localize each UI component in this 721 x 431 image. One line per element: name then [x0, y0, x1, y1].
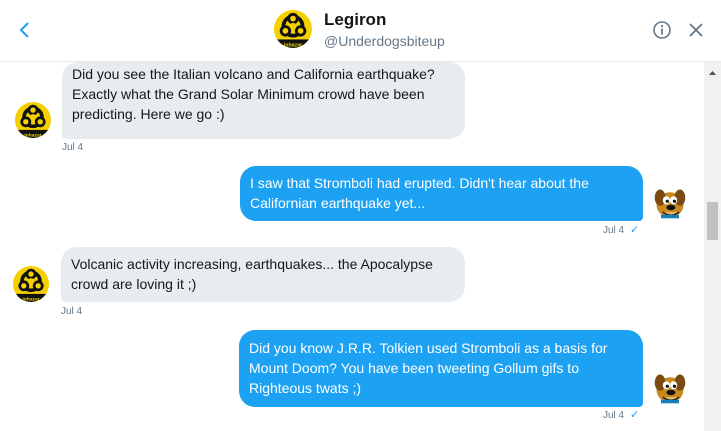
- biohazard-icon: iohazar: [274, 10, 312, 48]
- close-button[interactable]: [686, 20, 708, 42]
- message-text: predicting. Here we go :): [72, 106, 225, 122]
- chevron-left-icon: [19, 22, 29, 38]
- info-button[interactable]: [652, 20, 674, 42]
- message-text: Did you know J.R.R. Tolkien used Strombo…: [249, 340, 608, 356]
- conversation-header: iohazar Legiron @Underdogsbiteup: [0, 0, 721, 62]
- svg-text:iohazar: iohazar: [24, 133, 41, 138]
- info-icon: [653, 21, 671, 39]
- message-text: Volcanic activity increasing, earthquake…: [71, 256, 433, 272]
- svg-text:iohazar: iohazar: [22, 297, 39, 302]
- message-text: I saw that Stromboli had erupted. Didn't…: [250, 175, 589, 191]
- back-button[interactable]: [12, 16, 38, 44]
- message-bubble[interactable]: Did you see the Italian volcano and Cali…: [62, 62, 465, 139]
- biohazard-icon: iohazar: [15, 102, 51, 138]
- contact-handle: @Underdogsbiteup: [324, 33, 445, 49]
- message-timestamp: Jul 4: [603, 225, 625, 236]
- scrollbar[interactable]: [704, 62, 721, 431]
- biohazard-icon: iohazar: [13, 266, 49, 302]
- message-text: Exactly what the Grand Solar Minimum cro…: [72, 86, 425, 102]
- svg-text:iohazar: iohazar: [284, 43, 302, 48]
- own-avatar[interactable]: [652, 370, 688, 406]
- own-avatar[interactable]: [652, 185, 688, 221]
- scroll-up-arrow-icon[interactable]: [704, 66, 721, 80]
- message-bubble[interactable]: Did you know J.R.R. Tolkien used Strombo…: [239, 330, 643, 407]
- read-check-icon: ✓: [630, 409, 640, 421]
- message-text: crowd are loving it ;): [71, 276, 197, 292]
- message-text: Did you see the Italian volcano and Cali…: [72, 66, 435, 82]
- message-bubble[interactable]: I saw that Stromboli had erupted. Didn't…: [240, 166, 643, 221]
- dog-icon: [652, 185, 688, 221]
- message-text: Californian earthquake yet...: [250, 195, 426, 211]
- dog-icon: [652, 370, 688, 406]
- message-timestamp: Jul 4: [61, 306, 83, 317]
- message-bubble[interactable]: Volcanic activity increasing, earthquake…: [61, 247, 465, 302]
- sender-avatar[interactable]: iohazar: [13, 266, 49, 302]
- message-text: Righteous twats ;): [249, 380, 362, 396]
- message-timestamp: Jul 4: [62, 142, 84, 153]
- message-timestamp: Jul 4: [603, 410, 625, 421]
- read-check-icon: ✓: [630, 224, 640, 236]
- message-text: Mount Doom? You have been tweeting Gollu…: [249, 360, 579, 376]
- sender-avatar[interactable]: iohazar: [15, 102, 51, 138]
- contact-avatar[interactable]: iohazar: [274, 10, 312, 48]
- close-icon: [689, 23, 703, 37]
- scroll-thumb[interactable]: [707, 202, 718, 240]
- contact-name[interactable]: Legiron: [324, 10, 386, 30]
